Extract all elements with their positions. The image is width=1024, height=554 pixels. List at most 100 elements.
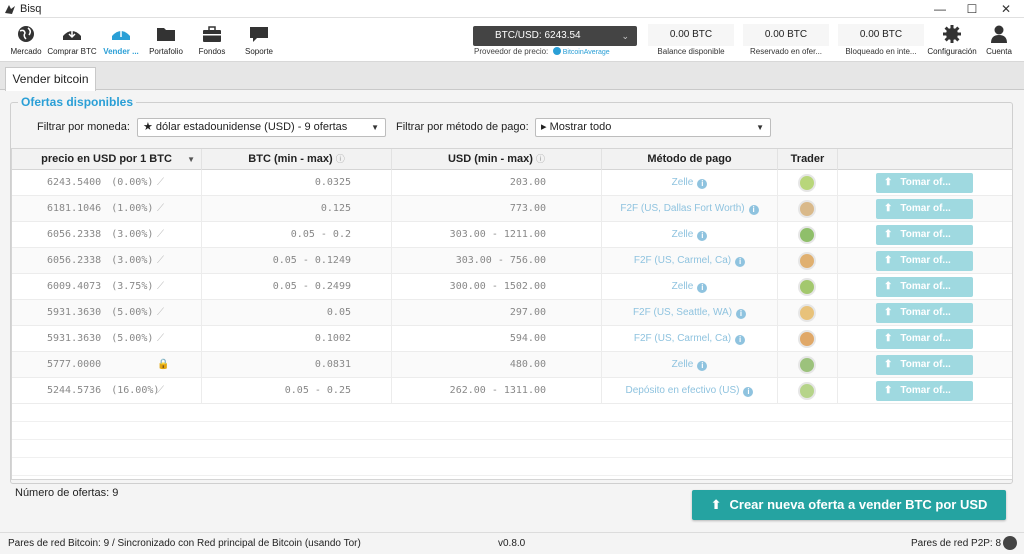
nav-configuracion[interactable]: Configuración [924,24,980,60]
price-percent: (3.75%) [111,281,154,292]
chart-icon[interactable]: ⟋ [157,378,164,404]
table-row: 5244.5736 (16.00%) ⟋ 0.05 - 0.25 262.00 - 1… [12,378,1012,404]
payment-method-cell: Zelle i [602,352,778,378]
avatar[interactable] [798,278,816,296]
nav-vender-btc[interactable]: Vender ... [98,24,144,60]
col-usd[interactable]: USD (min - max) ⓘ [392,149,602,170]
info-icon[interactable]: i [697,283,708,293]
nav-mercado[interactable]: Mercado [8,24,44,60]
table-row: 6056.2338 (3.00%) ⟋ 0.05 - 0.1249 303.00 - … [12,248,1012,274]
balance-locked: 0.00 BTC [838,24,924,46]
payment-method-cell: Zelle i [602,170,778,196]
nav-comprar-btc[interactable]: Comprar BTC [46,24,98,60]
price-percent: (5.00%) [111,333,154,344]
payment-method-label: Zelle [671,359,694,370]
avatar[interactable] [798,174,816,192]
col-btc[interactable]: BTC (min - max) ⓘ [202,149,392,170]
create-offer-button[interactable]: ⬆ Crear nueva oferta a vender BTC por USD [692,490,1006,520]
take-offer-button[interactable]: ⬆ Tomar of... [876,303,973,323]
upload-icon: ⬆ [884,359,893,370]
price-selector[interactable]: BTC/USD: 6243.54 ⌄ [473,26,637,46]
price-percent: (0.00%) [111,177,154,188]
col-trader[interactable]: Trader [778,149,838,170]
tab-vender-bitcoin[interactable]: Vender bitcoin [5,67,96,91]
upload-icon: ⬆ [710,497,722,512]
upload-icon: ⬆ [884,229,893,240]
usd-amount-cell: 594.00 [392,326,602,352]
trader-cell [778,196,838,222]
chart-icon[interactable]: ⟋ [157,170,164,196]
table-row: 6181.1046 (1.00%) ⟋ 0.125 773.00 F2F (US, Da… [12,196,1012,222]
usd-amount-cell: 262.00 - 1311.00 [392,378,602,404]
table-row: 5777.0000 🔒 0.0831 480.00 Zelle i ⬆ Tomar of..… [12,352,1012,378]
minimize-button[interactable]: — [924,0,956,18]
balance-reserved-caption: Reservado en ofer... [749,47,823,56]
nav-soporte[interactable]: Soporte [240,24,278,60]
avatar[interactable] [798,356,816,374]
info-icon[interactable]: i [697,179,708,189]
maximize-button[interactable]: ☐ [956,0,988,18]
take-offer-button[interactable]: ⬆ Tomar of... [876,225,973,245]
usd-amount-cell: 480.00 [392,352,602,378]
provider-name[interactable]: BitcoinAverage [563,49,610,56]
take-offer-button[interactable]: ⬆ Tomar of... [876,199,973,219]
avatar[interactable] [798,252,816,270]
action-cell: ⬆ Tomar of... [838,300,1012,326]
nav-fondos[interactable]: Fondos [194,24,230,60]
chart-icon[interactable]: ⟋ [157,222,164,248]
lock-icon: 🔒 [157,359,170,370]
payment-filter-select[interactable]: ▸ Mostrar todo ▼ [535,118,771,137]
avatar[interactable] [798,304,816,322]
status-bitcoin-network: Pares de red Bitcoin: 9 / Sincronizado c… [8,538,361,549]
info-icon[interactable]: i [748,205,759,215]
upload-icon: ⬆ [884,307,893,318]
user-icon [991,25,1007,43]
trader-cell [778,222,838,248]
payment-method-label: Zelle [671,281,694,292]
take-offer-button[interactable]: ⬆ Tomar of... [876,277,973,297]
take-offer-label: Tomar of... [900,229,951,240]
payment-method-label: Zelle [671,229,694,240]
price-cell: 6243.5400 (0.00%) ⟋ [12,170,202,196]
payment-method-label: F2F (US, Dallas Fort Worth) [620,203,745,214]
action-cell: ⬆ Tomar of... [838,196,1012,222]
btc-amount-cell: 0.05 - 0.2 [202,222,392,248]
col-method[interactable]: Método de pago [602,149,778,170]
currency-filter-select[interactable]: ★ dólar estadounidense (USD) - 9 ofertas… [137,118,386,137]
chart-icon[interactable]: ⟋ [157,326,164,352]
close-button[interactable]: ✕ [990,0,1022,18]
take-offer-button[interactable]: ⬆ Tomar of... [876,381,973,401]
info-icon[interactable]: i [735,257,746,267]
take-offer-label: Tomar of... [900,385,951,396]
payment-method-cell: F2F (US, Dallas Fort Worth) i [602,196,778,222]
avatar[interactable] [798,226,816,244]
nav-portafolio[interactable]: Portafolio [146,24,186,60]
table-row: 6243.5400 (0.00%) ⟋ 0.0325 203.00 Zelle i ⬆ Tom… [12,170,1012,196]
avatar[interactable] [798,200,816,218]
avatar[interactable] [798,382,816,400]
price-value: 5244.5736 [47,385,102,396]
info-icon[interactable]: i [697,231,708,241]
btc-amount-cell: 0.05 [202,300,392,326]
info-icon[interactable]: i [736,309,747,319]
payment-method-cell: F2F (US, Carmel, Ca) i [602,248,778,274]
usd-amount-cell: 300.00 - 1502.00 [392,274,602,300]
trader-cell [778,326,838,352]
col-btc-label: BTC (min - max) [248,153,333,165]
window-titlebar: Bisq — ☐ ✕ [0,0,1024,18]
nav-cuenta[interactable]: Cuenta [982,24,1016,60]
info-icon[interactable]: i [697,361,708,371]
info-icon[interactable]: i [735,335,746,345]
chart-icon[interactable]: ⟋ [157,274,164,300]
col-price[interactable]: precio en USD por 1 BTC ▼ [12,149,202,170]
take-offer-button[interactable]: ⬆ Tomar of... [876,355,973,375]
table-row: 5931.3630 (5.00%) ⟋ 0.05 297.00 F2F (US, Sea… [12,300,1012,326]
take-offer-button[interactable]: ⬆ Tomar of... [876,173,973,193]
take-offer-button[interactable]: ⬆ Tomar of... [876,251,973,271]
chart-icon[interactable]: ⟋ [157,300,164,326]
info-icon[interactable]: i [743,387,754,397]
chart-icon[interactable]: ⟋ [157,196,164,222]
take-offer-button[interactable]: ⬆ Tomar of... [876,329,973,349]
chart-icon[interactable]: ⟋ [157,248,164,274]
avatar[interactable] [798,330,816,348]
